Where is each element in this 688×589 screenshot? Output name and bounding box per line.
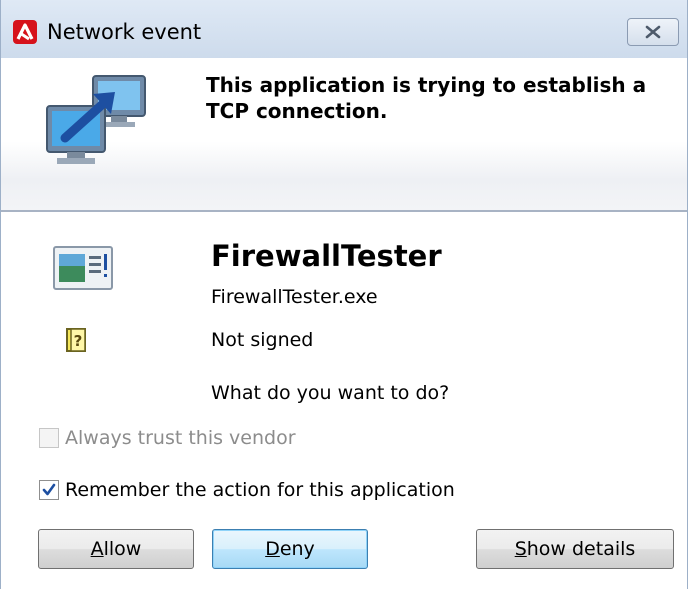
header-message: This application is trying to establish … xyxy=(206,73,647,123)
remember-action-label: Remember the action for this application xyxy=(65,479,455,501)
unknown-certificate-icon: ? xyxy=(65,327,89,357)
close-icon xyxy=(645,25,661,39)
deny-button[interactable]: Deny xyxy=(212,529,368,569)
close-button[interactable] xyxy=(627,18,679,46)
executable-name: FirewallTester.exe xyxy=(211,286,378,308)
application-icon xyxy=(53,246,113,294)
allow-label: llow xyxy=(103,538,142,560)
deny-accelerator: D xyxy=(265,538,280,560)
avira-logo-icon xyxy=(13,20,37,44)
svg-text:?: ? xyxy=(74,332,83,350)
title-bar[interactable]: Network event xyxy=(1,0,687,58)
remember-action-option[interactable]: Remember the action for this application xyxy=(39,479,455,501)
allow-accelerator: A xyxy=(90,538,104,560)
application-name: FirewallTester xyxy=(211,239,442,273)
show-details-label: how details xyxy=(526,538,636,560)
show-details-button[interactable]: Show details xyxy=(476,529,674,569)
checkmark-icon xyxy=(42,483,56,496)
window-title: Network event xyxy=(47,20,202,44)
remember-action-checkbox[interactable] xyxy=(39,480,59,500)
always-trust-label: Always trust this vendor xyxy=(65,427,296,449)
show-details-accelerator: S xyxy=(514,538,527,560)
signature-status: Not signed xyxy=(211,329,314,351)
action-prompt: What do you want to do? xyxy=(211,382,450,404)
always-trust-option[interactable]: Always trust this vendor xyxy=(39,427,296,449)
deny-label: eny xyxy=(279,538,315,560)
network-event-dialog: Network event This application is trying… xyxy=(0,0,688,589)
network-computers-icon xyxy=(41,72,153,176)
allow-button[interactable]: Allow xyxy=(38,529,194,569)
always-trust-checkbox[interactable] xyxy=(39,428,59,448)
